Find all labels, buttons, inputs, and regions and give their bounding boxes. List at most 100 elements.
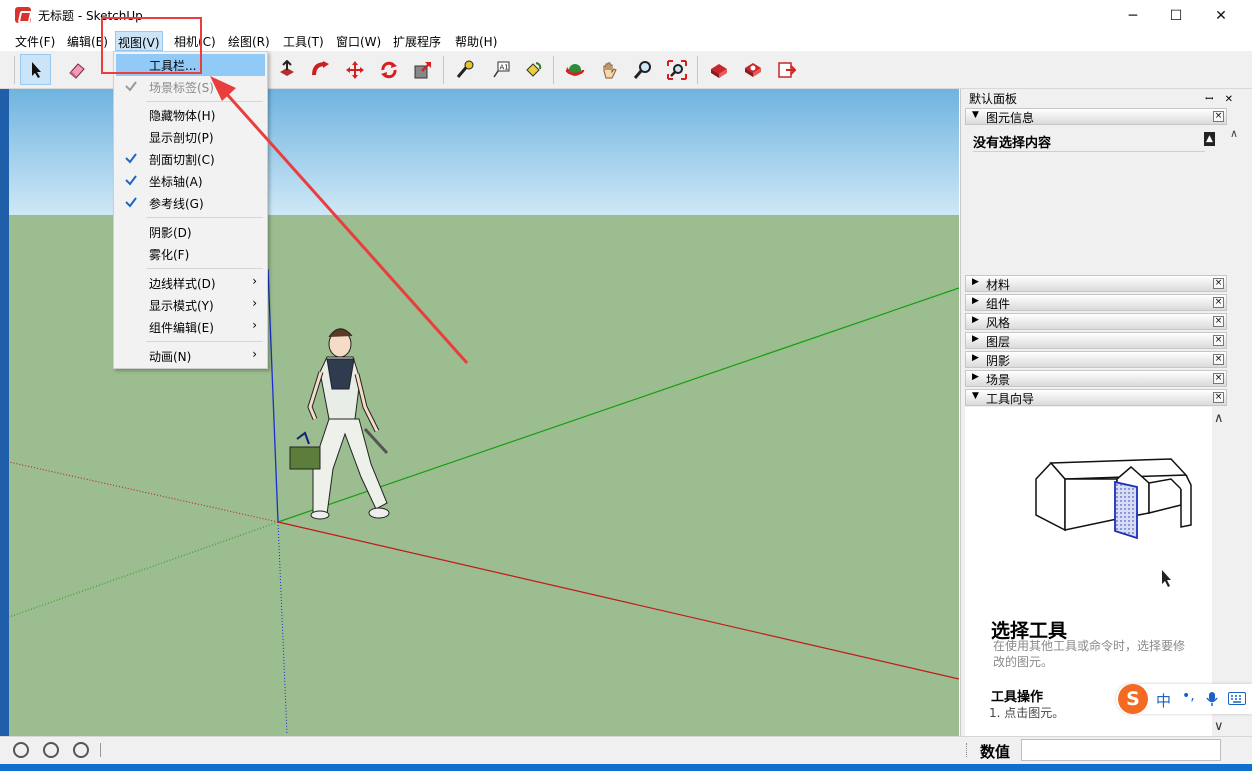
check-icon	[125, 175, 137, 186]
svg-text:A1: A1	[499, 63, 508, 71]
close-button[interactable]: ✕	[1198, 0, 1244, 31]
eraser-icon[interactable]	[61, 54, 92, 85]
instructor-step: 1. 点击图元。	[989, 706, 1065, 720]
menu-item-edge-style[interactable]: 边线样式(D) ›	[116, 272, 265, 294]
info-icon[interactable]	[43, 742, 59, 758]
close-icon[interactable]: ×	[1213, 354, 1224, 365]
followme-icon[interactable]	[305, 54, 336, 85]
entity-info-body: 没有选择内容 ▲	[965, 126, 1227, 275]
section-materials[interactable]: ▶ 材料 ×	[965, 275, 1227, 292]
collapse-arrow-icon: ▼	[972, 391, 979, 401]
ime-punct-toggle[interactable]: •,	[1182, 688, 1195, 704]
geo-location-icon[interactable]	[13, 742, 29, 758]
menu-extensions[interactable]: 扩展程序	[392, 33, 442, 50]
chevron-right-icon: ›	[252, 318, 257, 332]
chevron-right-icon: ›	[252, 296, 257, 310]
rotate-icon[interactable]	[373, 54, 404, 85]
chevron-right-icon: ›	[252, 347, 257, 361]
warehouse-icon[interactable]	[703, 54, 734, 85]
menu-item-section-cuts[interactable]: 剖面切割(C)	[116, 148, 265, 170]
section-scenes[interactable]: ▶ 场景 ×	[965, 370, 1227, 387]
zoom-icon[interactable]	[627, 54, 658, 85]
menu-item-face-style[interactable]: 显示模式(Y) ›	[116, 294, 265, 316]
expand-arrow-icon: ▶	[972, 353, 979, 363]
section-styles[interactable]: ▶ 风格 ×	[965, 313, 1227, 330]
measurements-label: 数值	[980, 743, 1011, 761]
sketchup-logo-icon	[15, 7, 31, 23]
expand-arrow-icon: ▶	[972, 277, 979, 287]
minimize-button[interactable]: ─	[1110, 0, 1156, 31]
menu-file[interactable]: 文件(F)	[14, 33, 56, 50]
section-instructor[interactable]: ▼ 工具向导 ×	[965, 389, 1227, 406]
tray-header: 默认面板 ꟷ ✕	[965, 89, 1245, 107]
section-entity-info[interactable]: ▼ 图元信息 ×	[965, 108, 1227, 125]
menu-item-scene-tabs[interactable]: 场景标签(S)	[116, 76, 265, 98]
close-icon[interactable]: ×	[1213, 373, 1224, 384]
instructor-description: 在使用其他工具或命令时，选择要修改的图元。	[993, 639, 1186, 669]
close-icon[interactable]: ×	[1213, 278, 1224, 289]
move-icon[interactable]	[339, 54, 370, 85]
menu-item-component-edit[interactable]: 组件编辑(E) ›	[116, 316, 265, 338]
pan-icon[interactable]	[593, 54, 624, 85]
menu-draw[interactable]: 绘图(R)	[227, 33, 271, 50]
select-tool-illustration	[1035, 458, 1192, 540]
check-icon	[125, 197, 137, 208]
orbit-icon[interactable]	[559, 54, 590, 85]
close-icon[interactable]: ×	[1213, 111, 1224, 122]
scale-icon[interactable]	[407, 54, 438, 85]
annotation-highlight-box	[101, 17, 202, 74]
check-icon	[125, 81, 137, 92]
expand-arrow-icon: ▶	[972, 334, 979, 344]
close-icon[interactable]: ×	[1213, 297, 1224, 308]
expand-arrow-icon: ▶	[972, 372, 979, 382]
close-icon[interactable]: ×	[1213, 316, 1224, 327]
cursor-icon	[1162, 570, 1171, 587]
view-menu-dropdown: 工具栏... 场景标签(S) 隐藏物体(H) 显示剖切(P) 剖面切割(C) 坐…	[113, 51, 268, 369]
menu-help[interactable]: 帮助(H)	[454, 33, 498, 50]
menu-item-guides[interactable]: 参考线(G)	[116, 192, 265, 214]
section-components[interactable]: ▶ 组件 ×	[965, 294, 1227, 311]
measurements-input[interactable]	[1021, 739, 1221, 761]
check-icon	[125, 153, 137, 164]
microphone-icon[interactable]	[1206, 691, 1218, 707]
expand-arrow-icon: ▶	[972, 296, 979, 306]
entity-scrollbar[interactable]: ∧	[1227, 126, 1243, 275]
menu-tools[interactable]: 工具(T)	[282, 33, 325, 50]
chevron-right-icon: ›	[252, 274, 257, 288]
expand-details-icon[interactable]: ▲	[1204, 132, 1215, 146]
keyboard-icon[interactable]	[1228, 692, 1246, 705]
default-tray: 默认面板 ꟷ ✕ ▼ 图元信息 × 没有选择内容 ▲ ∧ ▶ 材料 × ▶ 组件…	[960, 89, 1252, 736]
user-account-icon[interactable]	[73, 742, 89, 758]
menu-item-fog[interactable]: 雾化(F)	[116, 243, 265, 265]
zoom-extents-icon[interactable]	[661, 54, 692, 85]
components-icon[interactable]	[737, 54, 768, 85]
send-layout-icon[interactable]	[771, 54, 802, 85]
maximize-button[interactable]: ☐	[1153, 0, 1199, 31]
entity-status: 没有选择内容	[973, 136, 1052, 151]
menu-item-axes[interactable]: 坐标轴(A)	[116, 170, 265, 192]
section-shadows[interactable]: ▶ 阴影 ×	[965, 351, 1227, 368]
tape-icon[interactable]	[449, 54, 480, 85]
close-icon[interactable]: ×	[1213, 392, 1224, 403]
menu-item-shadows[interactable]: 阴影(D)	[116, 221, 265, 243]
close-icon[interactable]: ×	[1213, 335, 1224, 346]
taskbar-edge	[0, 764, 1252, 771]
ime-mode-toggle[interactable]: 中	[1156, 690, 1171, 711]
pin-icon[interactable]: ꟷ	[1205, 94, 1213, 105]
menu-window[interactable]: 窗口(W)	[335, 33, 382, 50]
desktop-edge	[0, 89, 9, 736]
menu-item-hidden-geometry[interactable]: 隐藏物体(H)	[116, 104, 265, 126]
collapse-arrow-icon: ▼	[972, 110, 979, 120]
section-layers[interactable]: ▶ 图层 ×	[965, 332, 1227, 349]
instructor-ops-heading: 工具操作	[991, 690, 1044, 705]
select-icon[interactable]	[20, 54, 51, 85]
menu-item-animation[interactable]: 动画(N) ›	[116, 345, 265, 367]
paint-bucket-icon[interactable]	[517, 54, 548, 85]
menu-item-section-planes[interactable]: 显示剖切(P)	[116, 126, 265, 148]
sogou-logo-icon[interactable]: S	[1118, 684, 1148, 714]
pushpull-icon[interactable]	[271, 54, 302, 85]
text-icon[interactable]: A1	[485, 54, 516, 85]
tray-title: 默认面板	[969, 92, 1018, 106]
tray-close-icon[interactable]: ✕	[1225, 94, 1233, 105]
person-figure	[289, 328, 390, 520]
